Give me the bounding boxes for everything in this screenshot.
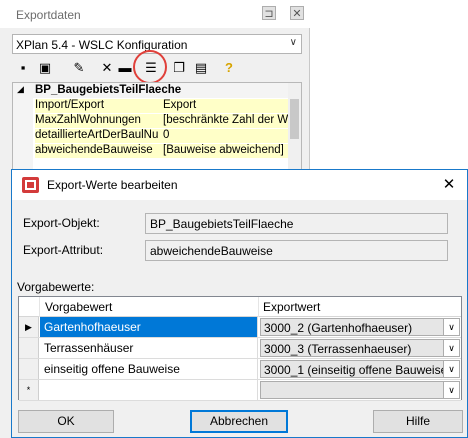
chevron-down-icon[interactable]: ∨ <box>443 319 459 335</box>
values-grid: Vorgabewert Exportwert ▶ Gartenhofhaeuse… <box>18 296 462 401</box>
edit-icon[interactable]: ✎ <box>70 59 88 77</box>
row-current-marker[interactable]: ▶ <box>19 317 39 337</box>
export-object-label: Export-Objekt: <box>23 216 100 230</box>
help-icon[interactable]: ? <box>220 59 238 77</box>
dialog-close-icon[interactable]: ✕ <box>439 175 459 195</box>
column-header-export[interactable]: Exportwert <box>263 300 320 314</box>
export-value-text: 3000_2 (Gartenhofhaeuser) <box>264 321 413 335</box>
config-select-value: XPlan 5.4 - WSLC Konfiguration <box>16 38 188 52</box>
cancel-button[interactable]: Abbrechen <box>190 410 288 433</box>
export-attribute-label: Export-Attribut: <box>23 243 104 257</box>
values-grid-header: Vorgabewert Exportwert <box>19 297 461 317</box>
property-row[interactable]: abweichendeBauweise [Bauweise abweichend… <box>13 143 289 158</box>
column-separator <box>258 297 259 317</box>
default-value-text: Terrassenhäuser <box>44 341 134 355</box>
export-value-select[interactable]: 3000_2 (Gartenhofhaeuser) ∨ <box>260 318 460 336</box>
chevron-down-icon[interactable]: ∨ <box>443 361 459 377</box>
property-value: Export <box>163 99 289 113</box>
property-row[interactable]: detaillierteArtDerBaulNu 0 <box>13 128 289 143</box>
property-value: [Bauweise abweichend] <box>163 144 289 158</box>
export-value-text: 3000_1 (einseitig offene Bauweise) <box>264 363 452 377</box>
chevron-down-icon: ∨ <box>289 37 297 48</box>
default-value-cell[interactable] <box>40 380 258 400</box>
export-value-cell[interactable]: ∨ <box>259 380 461 400</box>
column-header-default[interactable]: Vorgabewert <box>45 300 112 314</box>
table-row[interactable]: ▶ Gartenhofhaeuser 3000_2 (Gartenhofhaeu… <box>19 317 461 338</box>
property-value: 0 <box>163 129 289 143</box>
defaults-label: Vorgabewerte: <box>17 280 95 294</box>
export-value-cell[interactable]: 3000_1 (einseitig offene Bauweise) ∨ <box>259 359 461 379</box>
new-row-marker[interactable]: * <box>19 380 39 400</box>
property-category-name: BP_BaugebietsTeilFlaeche <box>35 84 182 96</box>
property-key: Import/Export <box>35 99 163 113</box>
help-button[interactable]: Hilfe <box>373 410 463 433</box>
property-key: abweichendeBauweise <box>35 144 163 158</box>
export-value-select[interactable]: ∨ <box>260 381 460 399</box>
ok-button[interactable]: OK <box>18 410 114 433</box>
close-icon[interactable]: ✕ <box>290 6 304 20</box>
export-attribute-value: abweichendeBauweise <box>150 244 273 258</box>
property-grid: ◢ BP_BaugebietsTeilFlaeche Import/Export… <box>12 82 302 173</box>
copy-icon[interactable]: ❐ <box>170 59 188 77</box>
column-separator <box>39 297 40 317</box>
export-icon[interactable]: ▣ <box>36 59 54 77</box>
export-attribute-field: abweichendeBauweise <box>145 240 448 261</box>
pin-icon[interactable]: ⊐ <box>262 6 276 20</box>
default-value-cell[interactable]: Terrassenhäuser <box>40 338 258 358</box>
table-row[interactable]: Terrassenhäuser 3000_3 (Terrassenhaeuser… <box>19 338 461 359</box>
export-value-cell[interactable]: 3000_2 (Gartenhofhaeuser) ∨ <box>259 317 461 337</box>
save-icon[interactable]: ▪ <box>14 59 32 77</box>
property-value: [beschränkte Zahl der WE <box>163 114 289 128</box>
property-key: MaxZahlWohnungen <box>35 114 163 128</box>
dialog-app-icon <box>22 177 39 193</box>
table-row-new[interactable]: * ∨ <box>19 380 461 401</box>
export-value-cell[interactable]: 3000_3 (Terrassenhaeuser) ∨ <box>259 338 461 358</box>
chevron-down-icon[interactable]: ∨ <box>443 382 459 398</box>
export-values-dialog: Export-Werte bearbeiten ✕ Export-Objekt:… <box>11 169 468 438</box>
row-header[interactable] <box>19 359 39 379</box>
property-category[interactable]: ◢ BP_BaugebietsTeilFlaeche <box>13 83 289 98</box>
highlight-circle <box>133 50 167 84</box>
default-value-text: Gartenhofhaeuser <box>44 320 141 334</box>
folder-icon[interactable]: ▬ <box>116 59 134 77</box>
property-key: detaillierteArtDerBaulNu <box>35 129 163 143</box>
panel-title: Exportdaten <box>16 8 81 22</box>
dialog-title: Export-Werte bearbeiten <box>47 178 178 192</box>
default-value-text: einseitig offene Bauweise <box>44 362 180 376</box>
default-value-cell[interactable]: einseitig offene Bauweise <box>40 359 258 379</box>
property-grid-scrollbar[interactable] <box>288 83 301 171</box>
table-row[interactable]: einseitig offene Bauweise 3000_1 (einsei… <box>19 359 461 380</box>
export-object-field: BP_BaugebietsTeilFlaeche <box>145 213 448 234</box>
default-value-cell[interactable]: Gartenhofhaeuser <box>40 317 258 337</box>
export-value-text: 3000_3 (Terrassenhaeuser) <box>264 342 412 356</box>
delete-icon[interactable]: ✕ <box>98 59 116 77</box>
panel-titlebar: Exportdaten ⊐ ✕ <box>0 0 310 28</box>
row-header[interactable] <box>19 338 39 358</box>
property-row[interactable]: MaxZahlWohnungen [beschränkte Zahl der W… <box>13 113 289 128</box>
collapse-icon[interactable]: ◢ <box>17 84 24 95</box>
export-object-value: BP_BaugebietsTeilFlaeche <box>150 217 294 231</box>
chevron-down-icon[interactable]: ∨ <box>443 340 459 356</box>
paste-icon[interactable]: ▤ <box>192 59 210 77</box>
property-row[interactable]: Import/Export Export <box>13 98 289 113</box>
dialog-titlebar: Export-Werte bearbeiten ✕ <box>12 170 467 200</box>
export-value-select[interactable]: 3000_3 (Terrassenhaeuser) ∨ <box>260 339 460 357</box>
export-value-select[interactable]: 3000_1 (einseitig offene Bauweise) ∨ <box>260 360 460 378</box>
scrollbar-thumb[interactable] <box>290 99 299 139</box>
